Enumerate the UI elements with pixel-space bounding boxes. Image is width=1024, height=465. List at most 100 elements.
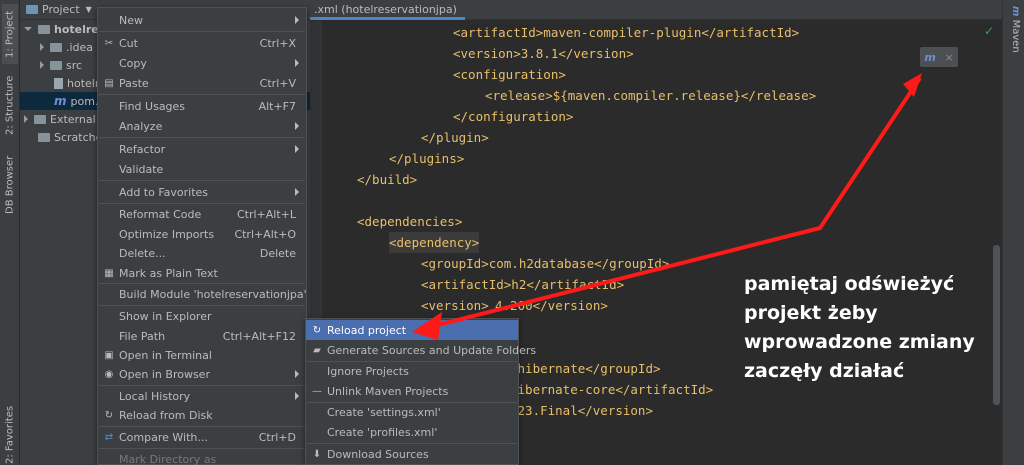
menu-label: Analyze: [119, 119, 163, 133]
menu-item-mark-directory: Mark Directory as: [98, 449, 306, 465]
menu-item-build-module[interactable]: Build Module 'hotelreservationjpa': [98, 284, 307, 304]
submenu-arrow-icon: [295, 370, 299, 378]
menu-item-generate-sources[interactable]: ▰ Generate Sources and Update Folders: [306, 340, 536, 360]
menu-label: Reload project: [327, 323, 407, 337]
maven-icon: m: [1010, 6, 1021, 17]
text-file-icon: ▦: [104, 267, 114, 279]
menu-item-show-explorer[interactable]: Show in Explorer: [98, 306, 306, 326]
menu-label: Add to Favorites: [119, 185, 209, 199]
menu-label: Validate: [119, 162, 164, 176]
folder-icon: [50, 60, 62, 70]
close-icon[interactable]: ×: [944, 51, 953, 64]
menu-label: Mark Directory as: [119, 452, 217, 465]
project-tool-tab[interactable]: 1: Project: [2, 4, 18, 64]
menu-item-open-browser[interactable]: ◉ Open in Browser: [98, 364, 306, 384]
menu-label: Create 'profiles.xml': [327, 425, 438, 439]
menu-shortcut: Ctrl+Alt+L: [236, 207, 296, 221]
maven-tool-label: Maven: [1010, 19, 1021, 53]
submenu-arrow-icon: [295, 122, 299, 130]
code-line: <release>${maven.compiler.release}</rele…: [485, 88, 817, 103]
refresh-icon: ↻: [104, 409, 114, 421]
menu-item-open-terminal[interactable]: ▣ Open in Terminal: [98, 345, 306, 365]
menu-item-paste[interactable]: ▤ Paste Ctrl+V: [98, 73, 306, 93]
tree-item-label: .idea: [66, 40, 94, 54]
menu-item-find-usages[interactable]: Find Usages Alt+F7: [98, 96, 306, 116]
annotation-text: pamiętaj odświeżyć projekt żeby wprowadz…: [744, 270, 994, 386]
expand-arrow-icon[interactable]: [24, 115, 28, 123]
editor-scrollbar[interactable]: [993, 245, 1000, 405]
submenu-arrow-icon: [295, 392, 299, 400]
code-line: hibernate-core</artifactId>: [510, 382, 714, 397]
reload-icon: ↻: [312, 324, 322, 336]
code-line: .hibernate</groupId>: [510, 361, 661, 376]
left-tool-stripe: 1: Project 2: Structure DB Browser 2: Fa…: [0, 0, 20, 465]
menu-item-reload-disk[interactable]: ↻ Reload from Disk: [98, 405, 306, 425]
menu-shortcut: Ctrl+Alt+F12: [222, 329, 296, 343]
compare-icon: ⇄: [104, 431, 114, 443]
menu-shortcut: Delete: [259, 246, 296, 260]
menu-label: Show in Explorer: [119, 309, 212, 323]
editor-tab-bar: .xml (hotelreservationjpa): [310, 0, 1002, 20]
menu-item-reload-project[interactable]: ↻ Reload project: [306, 320, 518, 340]
folder-icon: [50, 42, 62, 52]
menu-label: Download Sources: [327, 447, 429, 461]
menu-item-copy[interactable]: Copy: [98, 53, 306, 73]
menu-item-ignore-projects[interactable]: Ignore Projects: [306, 361, 518, 381]
favorites-tool-tab[interactable]: 2: Favorites: [2, 405, 18, 465]
menu-item-analyze[interactable]: Analyze: [98, 116, 306, 136]
menu-item-mark-plain-text[interactable]: ▦ Mark as Plain Text: [98, 263, 306, 283]
menu-item-validate[interactable]: Validate: [98, 159, 306, 179]
expand-arrow-icon[interactable]: [40, 43, 44, 51]
maven-tool-tab[interactable]: m Maven: [1005, 6, 1021, 56]
annotation-line: wprowadzone zmiany: [744, 331, 975, 353]
code-line: <dependencies>: [357, 214, 463, 229]
code-line: <dependency>: [389, 232, 480, 253]
menu-label: Optimize Imports: [119, 227, 215, 241]
menu-item-delete[interactable]: Delete... Delete: [98, 243, 306, 263]
code-line: <version>3.8.1</version>: [453, 46, 634, 61]
project-folder-icon: [26, 5, 38, 14]
menu-item-refactor[interactable]: Refactor: [98, 139, 306, 159]
chevron-down-icon[interactable]: ▼: [86, 5, 92, 14]
menu-item-add-favorites[interactable]: Add to Favorites: [98, 182, 306, 202]
structure-tool-tab[interactable]: 2: Structure: [2, 70, 18, 140]
menu-label: Open in Terminal: [119, 348, 212, 362]
file-icon: [54, 77, 63, 89]
expand-arrow-icon[interactable]: [40, 61, 44, 69]
scratches-icon: [38, 132, 50, 142]
annotation-line: pamiętaj odświeżyć: [744, 273, 955, 295]
menu-item-new[interactable]: New: [98, 10, 306, 30]
code-line: </plugins>: [389, 151, 465, 166]
expand-arrow-icon[interactable]: [24, 27, 32, 31]
code-line: </build>: [357, 172, 418, 187]
submenu-arrow-icon: [295, 188, 299, 196]
menu-item-unlink-maven[interactable]: — Unlink Maven Projects: [306, 381, 518, 401]
tree-item-label: src: [66, 58, 83, 72]
menu-item-local-history[interactable]: Local History: [98, 386, 306, 406]
menu-label: Find Usages: [119, 99, 186, 113]
menu-item-reformat[interactable]: Reformat Code Ctrl+Alt+L: [98, 204, 306, 224]
menu-item-create-profiles[interactable]: Create 'profiles.xml': [306, 422, 518, 442]
db-browser-tool-tab[interactable]: DB Browser: [2, 150, 18, 220]
menu-item-compare[interactable]: ⇄ Compare With... Ctrl+D: [98, 427, 306, 447]
code-line: <version>: [421, 298, 489, 313]
menu-label: File Path: [119, 329, 166, 343]
menu-item-file-path[interactable]: File Path Ctrl+Alt+F12: [98, 326, 306, 346]
menu-item-download-sources[interactable]: ⬇ Download Sources: [306, 444, 518, 464]
download-icon: ⬇: [312, 448, 322, 460]
editor-tab-pom[interactable]: .xml (hotelreservationjpa): [310, 0, 465, 20]
code-line: <artifactId>h2</artifactId>: [421, 277, 625, 292]
menu-item-cut[interactable]: ✂ Cut Ctrl+X: [98, 33, 306, 53]
code-line: <artifactId>maven-compiler-plugin</artif…: [453, 25, 800, 40]
maven-reload-popup[interactable]: m ×: [920, 47, 958, 67]
menu-item-optimize-imports[interactable]: Optimize Imports Ctrl+Alt+O: [98, 224, 306, 244]
menu-label: Build Module 'hotelreservationjpa': [119, 287, 307, 301]
inspection-ok-icon[interactable]: ✓: [984, 24, 994, 38]
project-panel-title[interactable]: Project: [42, 3, 80, 16]
maven-reload-icon[interactable]: m: [924, 51, 935, 64]
scissors-icon: ✂: [104, 37, 114, 49]
menu-item-create-settings[interactable]: Create 'settings.xml': [306, 402, 518, 422]
menu-label: Unlink Maven Projects: [327, 384, 449, 398]
menu-label: Copy: [119, 56, 147, 70]
tree-item-label: hotelr: [67, 76, 100, 90]
